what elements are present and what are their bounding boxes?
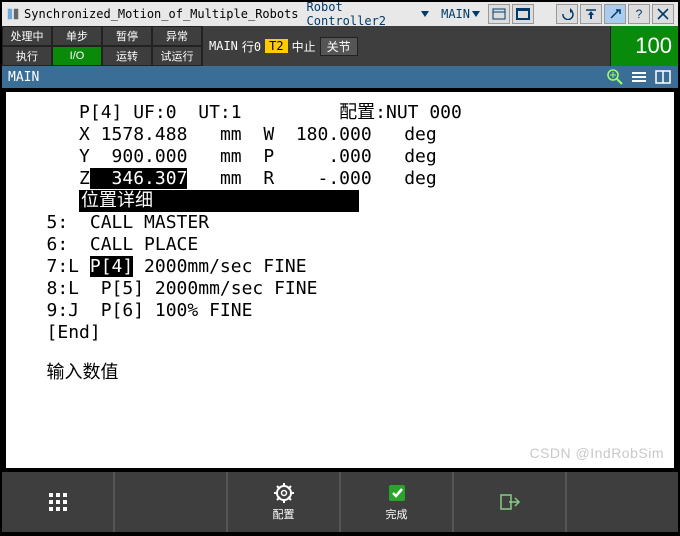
code-line-6[interactable]: 6: CALL PLACE: [14, 234, 666, 256]
bb-done-label: 完成: [386, 506, 408, 522]
code-line-7[interactable]: 7:L P[4] 2000mm/sec FINE: [14, 256, 666, 278]
status-step: 单步: [52, 26, 102, 46]
bb-exit-button[interactable]: [454, 472, 567, 532]
title-bar: Synchronized_Motion_of_Multiple_Robots R…: [2, 2, 678, 26]
pos-y-row: Y 900.000 mm P .000 deg: [14, 146, 666, 168]
status-processing: 处理中: [2, 26, 52, 46]
exit-icon: [499, 491, 521, 513]
code-line-9[interactable]: 9:J P[6] 100% FINE: [14, 300, 666, 322]
status-state: 中止: [292, 38, 316, 55]
status-line: 行0: [242, 38, 261, 55]
bottom-toolbar: 配置 完成: [2, 472, 678, 532]
status-testrun: 试运行: [152, 46, 202, 66]
code-line-end: [End]: [14, 322, 666, 344]
code-line-8[interactable]: 8:L P[5] 2000mm/sec FINE: [14, 278, 666, 300]
status-pause: 暂停: [102, 26, 152, 46]
pos-z-row: Z 346.307 mm R -.000 deg: [14, 168, 666, 190]
status-error: 异常: [152, 26, 202, 46]
speed-override[interactable]: 100: [610, 26, 678, 66]
bb-slot-2[interactable]: [115, 472, 228, 532]
status-prog: MAIN: [209, 39, 238, 53]
gear-icon: [273, 482, 295, 504]
zoom-icon[interactable]: [606, 68, 624, 86]
p4-selected[interactable]: P[4]: [90, 256, 133, 277]
status-center: MAIN 行0 T2 中止 关节: [203, 26, 610, 66]
program-label: MAIN: [441, 7, 470, 21]
controller-label: Robot Controller2: [307, 0, 420, 28]
bb-done-button[interactable]: 完成: [341, 472, 454, 532]
check-icon: [386, 482, 408, 504]
help-button[interactable]: ?: [628, 4, 650, 24]
view-small-button[interactable]: [488, 4, 510, 24]
pos-x-row: X 1578.488 mm W 180.000 deg: [14, 124, 666, 146]
status-cells: 处理中 单步 暂停 异常 执行 I/O 运转 试运行: [2, 26, 203, 66]
pos-header: P[4] UF:0 UT:1 配置:NUT 000: [14, 102, 666, 124]
view-large-button[interactable]: [512, 4, 534, 24]
controller-dropdown[interactable]: Robot Controller2: [303, 0, 434, 28]
bb-config-button[interactable]: 配置: [228, 472, 341, 532]
speed-value: 100: [635, 33, 672, 59]
chevron-down-icon: [472, 11, 480, 17]
code-line-5[interactable]: 5: CALL MASTER: [14, 212, 666, 234]
top-button[interactable]: [580, 4, 602, 24]
status-t2-badge: T2: [265, 39, 287, 53]
pos-z-value-selected[interactable]: 346.307: [90, 168, 188, 189]
pos-detail-row: 位置详细: [14, 190, 666, 212]
status-exec: 执行: [2, 46, 52, 66]
status-mode-badge: 关节: [320, 37, 358, 56]
input-prompt: 输入数值: [14, 362, 666, 384]
program-dropdown[interactable]: MAIN: [437, 7, 484, 21]
status-io: I/O: [52, 46, 102, 66]
program-listing[interactable]: P[4] UF:0 UT:1 配置:NUT 000 X 1578.488 mm …: [6, 92, 674, 468]
title-tools: ?: [488, 4, 674, 24]
link-button[interactable]: [604, 4, 626, 24]
help-icon: ?: [636, 7, 643, 21]
content-outer: P[4] UF:0 UT:1 配置:NUT 000 X 1578.488 mm …: [2, 88, 678, 472]
program-header: MAIN: [2, 66, 678, 88]
bb-config-label: 配置: [273, 506, 295, 522]
program-name: MAIN: [8, 70, 39, 85]
grid-icon: [47, 491, 69, 513]
app-icon: [6, 7, 20, 21]
chevron-down-icon: [421, 11, 429, 17]
pos-detail-title[interactable]: 位置详细: [79, 190, 359, 212]
menu-lines-icon[interactable]: [630, 68, 648, 86]
close-button[interactable]: [652, 4, 674, 24]
status-run: 运转: [102, 46, 152, 66]
status-strip: 处理中 单步 暂停 异常 执行 I/O 运转 试运行 MAIN 行0 T2 中止…: [2, 26, 678, 66]
bb-apps-button[interactable]: [2, 472, 115, 532]
bb-slot-6[interactable]: [567, 472, 678, 532]
undo-button[interactable]: [556, 4, 578, 24]
title-app: Synchronized_Motion_of_Multiple_Robots: [24, 7, 299, 21]
layout-icon[interactable]: [654, 68, 672, 86]
watermark: CSDN @IndRobSim: [529, 442, 664, 464]
app-frame: Synchronized_Motion_of_Multiple_Robots R…: [0, 0, 680, 536]
